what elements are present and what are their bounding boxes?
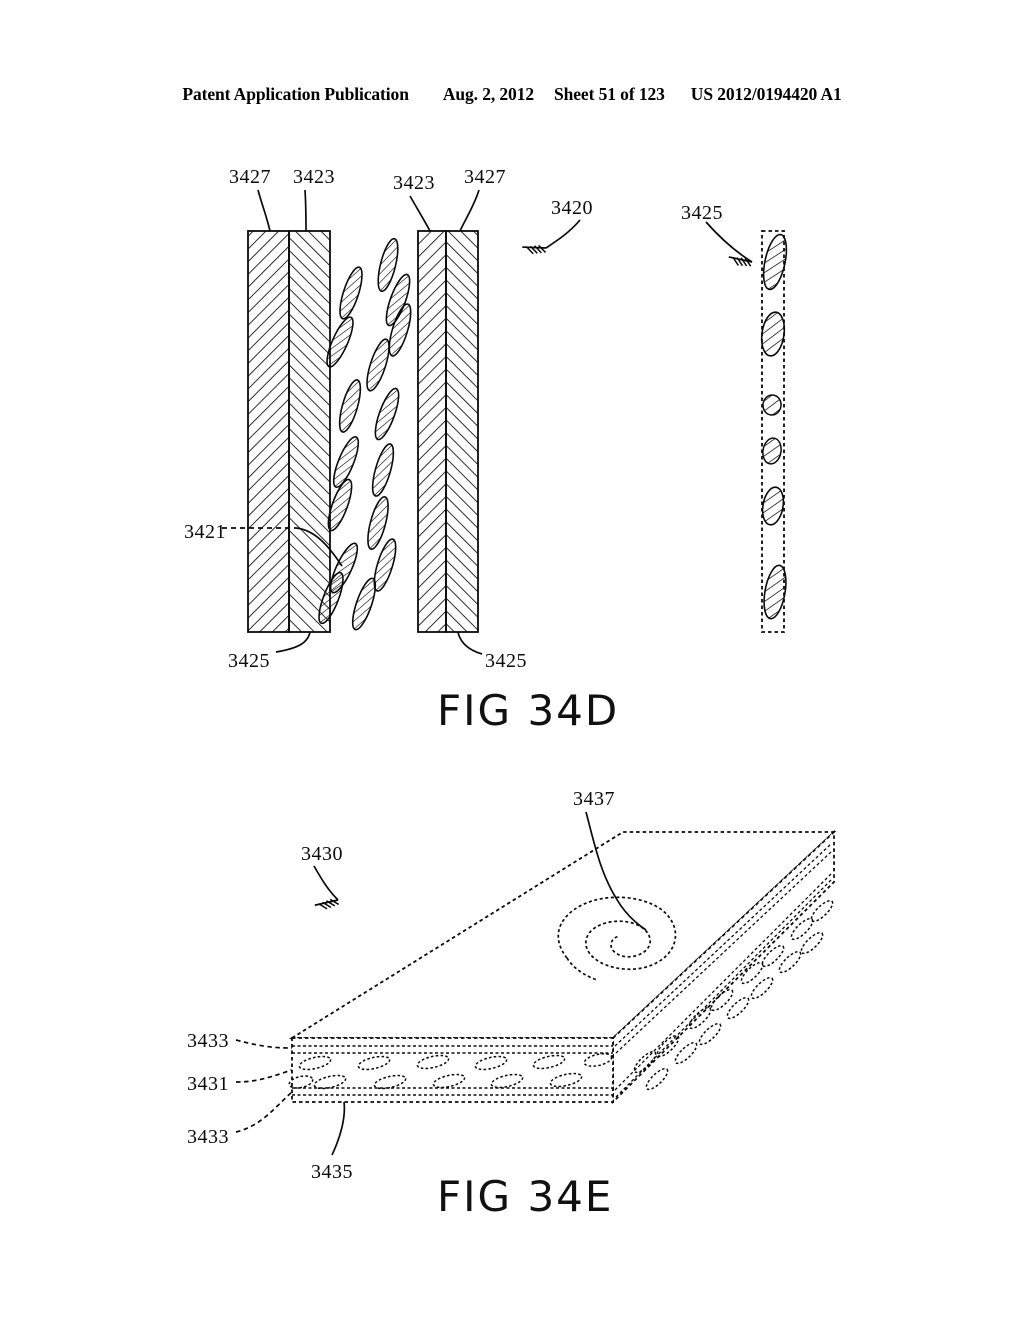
- right-substrate-stack: [417, 230, 479, 633]
- leader-3433-upper: [235, 1039, 293, 1049]
- ref-numeral-3425-bottom-left: 3425: [228, 650, 270, 672]
- figure-caption-34e: FIG 34E: [437, 1172, 614, 1221]
- liquid-crystal-molecule: [313, 569, 349, 627]
- ref-numeral-3421: 3421: [184, 521, 226, 543]
- ref-numeral-3420: 3420: [551, 197, 593, 219]
- alignment-layer-edge-view: [760, 230, 788, 633]
- fig-34d-arrowheads: [521, 238, 754, 271]
- liquid-crystal-molecule: [347, 575, 381, 633]
- left-stack-layer-3427: [247, 230, 290, 633]
- alignment-layer-outline: [761, 230, 785, 633]
- leader-3435: [331, 1101, 346, 1156]
- liquid-crystal-molecule: [369, 385, 405, 443]
- molecule-end-view: [761, 486, 785, 526]
- side-face-outline: [612, 829, 835, 1105]
- arrowhead-3425-edge: [727, 252, 754, 271]
- patent-sheet: Patent Application Publication Aug. 2, 2…: [0, 0, 1024, 1320]
- ref-numeral-3430: 3430: [301, 843, 343, 865]
- leader-3427-right: [459, 189, 480, 232]
- liquid-crystal-molecule: [369, 536, 401, 594]
- arrowhead-3420: [521, 238, 549, 261]
- right-stack-layer-3423: [417, 230, 447, 633]
- side-face-layer-line: [615, 851, 832, 1054]
- ref-numeral-3435: 3435: [311, 1161, 353, 1183]
- side-face-layer-line: [614, 843, 832, 1047]
- sheet-header: Patent Application Publication Aug. 2, 2…: [0, 84, 1024, 110]
- header-publication-title: Patent Application Publication: [182, 84, 409, 104]
- spiral-pattern: [557, 896, 677, 981]
- leader-3427-left: [257, 189, 271, 232]
- liquid-crystal-molecule: [328, 433, 364, 491]
- molecule-end-view: [762, 437, 782, 465]
- right-stack-layer-3427: [445, 230, 479, 633]
- liquid-crystal-molecule: [324, 539, 364, 597]
- liquid-crystal-molecule: [334, 377, 366, 435]
- ref-numeral-3425-edge: 3425: [681, 202, 723, 224]
- fig-34e-leader-lines: [235, 811, 647, 1156]
- liquid-crystal-molecule: [334, 264, 368, 322]
- leader-3433-lower: [235, 1091, 293, 1133]
- leader-3431: [235, 1069, 293, 1083]
- ref-numeral-3431: 3431: [187, 1073, 229, 1095]
- fig-34d-artwork: [222, 189, 788, 655]
- side-face-layer-line: [614, 873, 832, 1091]
- header-sheet-number: Sheet 51 of 123: [554, 84, 665, 104]
- arrowhead-3430: [313, 891, 342, 917]
- leader-3423-left: [304, 189, 307, 232]
- liquid-crystal-molecule: [321, 313, 359, 371]
- top-face-outline: [288, 831, 837, 1039]
- ref-numeral-3423-left: 3423: [293, 166, 335, 188]
- ref-numeral-3427-right: 3427: [464, 166, 506, 188]
- liquid-crystal-molecule: [362, 494, 394, 552]
- left-substrate-stack: [247, 230, 331, 633]
- leader-3430: [313, 865, 339, 901]
- front-face-molecules: [288, 1053, 613, 1090]
- liquid-crystal-molecule: [361, 336, 395, 394]
- side-face-layer-line: [615, 878, 833, 1098]
- fig-34e-arrowheads: [313, 891, 342, 917]
- header-patent-number: US 2012/0194420 A1: [690, 84, 842, 104]
- left-stack-layer-3423: [288, 230, 331, 633]
- ref-numeral-3433-upper: 3433: [187, 1030, 229, 1052]
- leader-3437: [585, 811, 647, 931]
- front-face-outline: [291, 1037, 614, 1103]
- ref-numeral-3423-right: 3423: [393, 172, 435, 194]
- ref-numeral-3433-lower: 3433: [187, 1126, 229, 1148]
- header-publication-date: Aug. 2, 2012: [442, 84, 534, 104]
- liquid-crystal-molecule: [373, 236, 403, 294]
- leader-3425-edge: [705, 221, 753, 263]
- molecule-end-view: [762, 233, 788, 291]
- slab-top-face: [288, 831, 837, 1039]
- leader-3420: [545, 219, 581, 249]
- molecule-end-view: [763, 564, 787, 620]
- liquid-crystal-molecule: [384, 301, 416, 359]
- leader-3423-right: [409, 195, 431, 232]
- molecule-end-view: [762, 394, 782, 416]
- molecule-end-view: [760, 311, 786, 357]
- figure-caption-34d: FIG 34D: [437, 686, 620, 735]
- liquid-crystal-molecule: [322, 476, 358, 534]
- slab-front-face: [288, 1037, 614, 1103]
- liquid-crystal-molecule-field: [313, 236, 416, 633]
- liquid-crystal-molecule: [380, 271, 416, 329]
- slab-side-face: [612, 829, 835, 1105]
- leader-3425-bottom-right: [457, 631, 483, 655]
- liquid-crystal-molecule: [367, 441, 399, 499]
- ref-numeral-3427-left: 3427: [229, 166, 271, 188]
- side-face-molecules: [633, 899, 834, 1091]
- fig-34d-leader-lines: [222, 189, 753, 655]
- ref-numeral-3425-bottom-right: 3425: [485, 650, 527, 672]
- ref-numeral-3437: 3437: [573, 788, 615, 810]
- leader-3421: [295, 527, 343, 567]
- leader-3425-bottom-left: [275, 631, 311, 653]
